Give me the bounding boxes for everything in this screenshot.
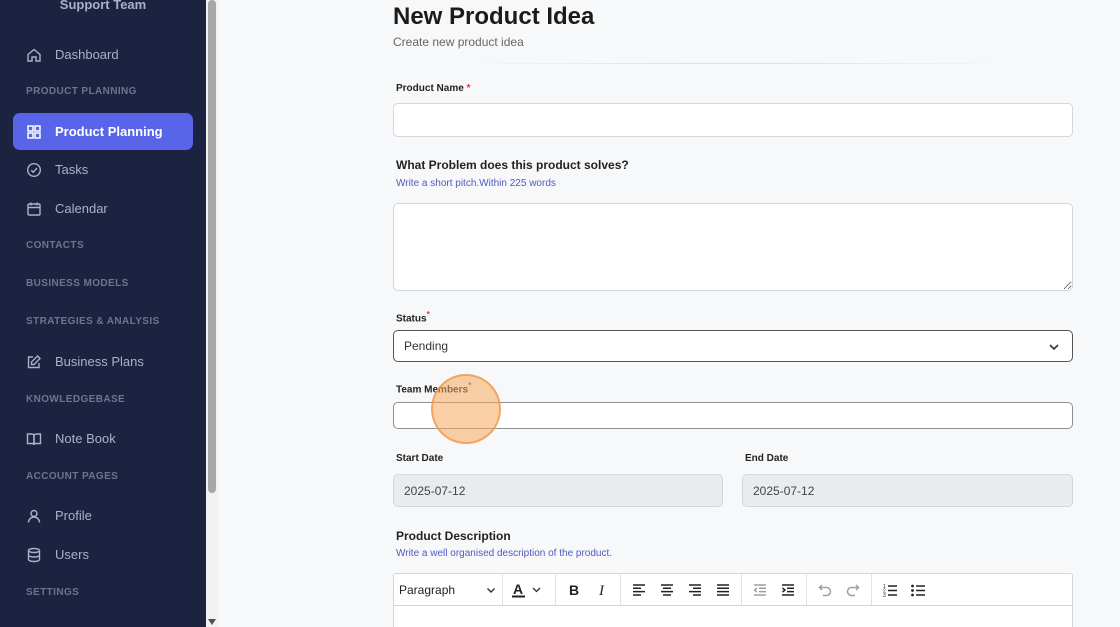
chevron-down-icon — [1048, 341, 1060, 356]
divider — [458, 63, 1013, 64]
font-color-button[interactable]: A — [507, 578, 551, 602]
redo-button[interactable] — [839, 578, 867, 602]
sidebar-item-users[interactable]: Users — [13, 536, 193, 573]
font-color-icon: A — [512, 582, 541, 597]
sidebar-item-label: Note Book — [55, 431, 116, 446]
team-members-label: Team Members* — [396, 380, 472, 396]
editor-toolbar: Paragraph A B I 1 2 3 — [393, 573, 1073, 606]
end-date-input[interactable]: 2025-07-12 — [742, 474, 1073, 507]
status-label: Status* — [396, 309, 430, 325]
svg-text:3: 3 — [883, 593, 886, 597]
align-right-button[interactable] — [681, 578, 709, 602]
grid-icon — [26, 124, 42, 140]
align-center-button[interactable] — [653, 578, 681, 602]
bulleted-list-button[interactable] — [904, 578, 932, 602]
bold-icon: B — [569, 583, 579, 597]
align-justify-icon — [717, 583, 729, 596]
sidebar-item-label: Product Planning — [55, 124, 163, 139]
status-select[interactable]: Pending — [393, 330, 1073, 362]
section-contacts[interactable]: CONTACTS — [26, 240, 84, 251]
undo-button[interactable] — [811, 578, 839, 602]
sidebar-item-note-book[interactable]: Note Book — [13, 420, 193, 457]
edit-icon — [26, 354, 42, 370]
problem-label: What Problem does this product solves? — [396, 158, 629, 172]
chevron-down-icon — [487, 587, 495, 593]
sidebar-item-product-planning[interactable]: Product Planning — [13, 113, 193, 150]
page-title: New Product Idea — [393, 3, 595, 30]
description-label: Product Description — [396, 529, 511, 543]
section-account-pages: ACCOUNT PAGES — [26, 471, 119, 482]
sidebar: Support Team Dashboard PRODUCT PLANNING … — [0, 0, 206, 627]
align-left-icon — [633, 583, 645, 596]
calendar-icon — [26, 201, 42, 217]
sidebar-item-label: Users — [55, 547, 89, 562]
required-mark: * — [466, 83, 471, 94]
scroll-down-arrow-icon[interactable] — [208, 619, 216, 625]
outdent-icon — [753, 583, 766, 596]
section-product-planning: PRODUCT PLANNING — [26, 86, 137, 97]
sidebar-item-calendar[interactable]: Calendar — [13, 190, 193, 227]
problem-hint: Write a short pitch.Within 225 words — [396, 178, 556, 189]
indent-button[interactable] — [774, 578, 802, 602]
sidebar-item-dashboard[interactable]: Dashboard — [13, 36, 193, 73]
start-date-label: Start Date — [396, 453, 444, 464]
status-selected-value: Pending — [404, 339, 449, 353]
sidebar-item-label: Calendar — [55, 201, 108, 216]
svg-text:A: A — [513, 582, 523, 597]
align-center-icon — [661, 583, 673, 596]
section-knowledgebase: KNOWLEDGEBASE — [26, 394, 126, 405]
product-name-input[interactable] — [393, 103, 1073, 137]
description-hint: Write a well organised description of th… — [396, 548, 613, 559]
sidebar-item-business-plans[interactable]: Business Plans — [13, 343, 193, 380]
sidebar-item-label: Dashboard — [55, 47, 119, 62]
start-date-input[interactable]: 2025-07-12 — [393, 474, 723, 507]
required-mark: * — [468, 380, 472, 390]
scrollbar-thumb[interactable] — [208, 0, 216, 493]
svg-text:I: I — [598, 583, 605, 597]
description-editor[interactable] — [393, 605, 1073, 627]
sidebar-scrollbar[interactable] — [206, 0, 218, 627]
sidebar-item-profile[interactable]: Profile — [13, 497, 193, 534]
sidebar-item-label: Business Plans — [55, 354, 144, 369]
end-date-label: End Date — [745, 453, 789, 464]
numbered-list-icon: 123 — [883, 584, 897, 597]
product-name-label: Product Name * — [396, 83, 471, 94]
section-settings: SETTINGS — [26, 587, 80, 598]
sidebar-item-label: Tasks — [55, 162, 89, 177]
book-open-icon — [26, 431, 42, 447]
bulleted-list-icon — [911, 584, 925, 596]
bold-button[interactable]: B — [560, 578, 588, 602]
italic-icon: I — [598, 583, 605, 597]
user-icon — [26, 508, 42, 524]
main-content: New Product Idea Create new product idea… — [218, 0, 1120, 627]
section-strategies[interactable]: STRATEGIES & ANALYSIS — [26, 316, 160, 327]
brand-name: Support Team — [59, 0, 147, 12]
align-right-icon — [689, 583, 701, 596]
problem-textarea[interactable] — [393, 203, 1073, 291]
numbered-list-button[interactable]: 123 — [876, 578, 904, 602]
outdent-button[interactable] — [746, 578, 774, 602]
database-icon — [26, 547, 42, 563]
indent-icon — [782, 583, 794, 596]
team-members-input[interactable] — [393, 402, 1073, 429]
redo-icon — [846, 583, 860, 596]
page-subtitle: Create new product idea — [393, 35, 524, 49]
check-circle-icon — [26, 162, 42, 178]
align-justify-button[interactable] — [709, 578, 737, 602]
home-icon — [26, 47, 42, 63]
align-left-button[interactable] — [625, 578, 653, 602]
required-mark: * — [426, 309, 430, 319]
paragraph-format-select[interactable]: Paragraph — [394, 583, 502, 597]
sidebar-item-tasks[interactable]: Tasks — [13, 151, 193, 188]
italic-button[interactable]: I — [588, 578, 616, 602]
sidebar-item-label: Profile — [55, 508, 92, 523]
undo-icon — [818, 583, 832, 596]
svg-text:B: B — [569, 583, 579, 597]
section-business-models[interactable]: BUSINESS MODELS — [26, 278, 129, 289]
